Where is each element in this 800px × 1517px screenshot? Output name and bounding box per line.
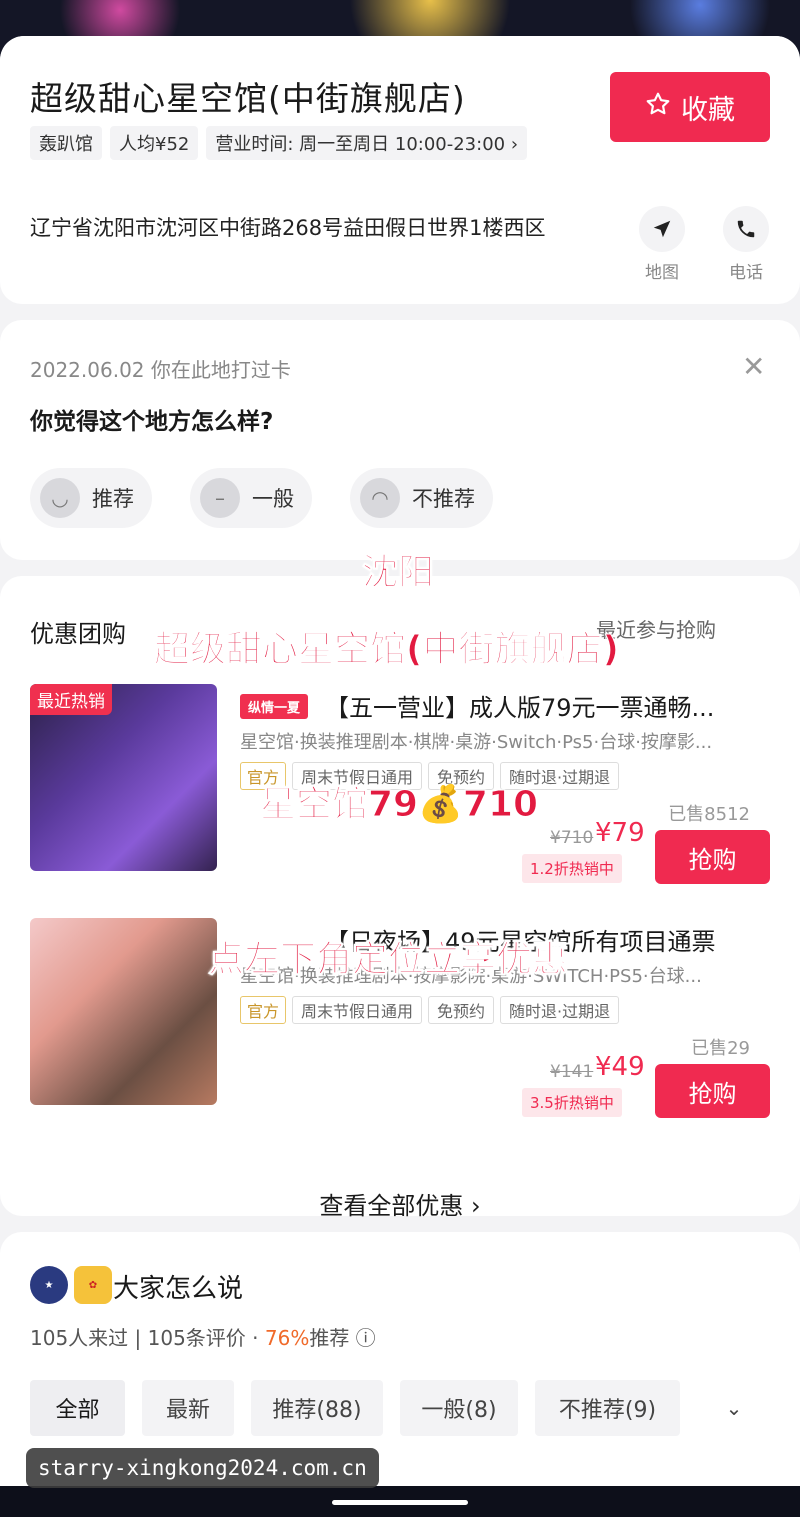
favorite-label: 收藏 [681,94,735,126]
buy-button[interactable]: 抢购 [655,830,770,884]
watermark-url: starry-xingkong2024.com.cn [26,1448,379,1488]
deals-title: 优惠团购 [30,620,126,648]
deal-tag: 周末节假日通用 [292,996,423,1024]
sold-count: 已售8512 [668,804,750,825]
rate-not-recommend-label: 不推荐 [412,487,475,511]
checkin-card: 2022.06.02 你在此地打过卡 ✕ 你觉得这个地方怎么样? ◡ 推荐 – … [0,320,800,560]
store-page: 超级甜心星空馆(中街旗舰店) 轰趴馆 人均¥52 营业时间: 周一至周日 10:… [0,36,800,1486]
discount-badge: 3.5折热销中 [522,1088,622,1117]
hours-tag[interactable]: 营业时间: 周一至周日 10:00-23:00 › [206,126,528,160]
avg-price-tag: 人均¥52 [110,126,199,160]
deal-subtitle: 星空馆·换装推理剧本·棋牌·桌游·Switch·Ps5·台球·按摩影... [240,732,713,753]
brand-logo: ★ [30,1266,68,1304]
phone-icon [723,206,769,252]
hot-badge: 最近热销 [30,684,112,715]
current-price: ¥79 [595,818,645,848]
star-icon [645,91,671,124]
rate-recommend-label: 推荐 [92,487,134,511]
checkin-date: 2022.06.02 你在此地打过卡 [30,358,291,382]
deal-tag: 免预约 [428,996,495,1024]
deal-tags: 官方 周末节假日通用 免预约 随时退·过期退 [240,996,620,1024]
sold-count: 已售29 [691,1038,750,1059]
recommend-percent: 76% [264,1326,310,1350]
deals-card: 优惠团购 最近参与抢购 最近热销 纵情一夏 【五一营业】成人版79元一票通畅..… [0,576,800,1220]
view-all-deals-link[interactable]: 查看全部优惠 › [0,1186,800,1221]
home-indicator[interactable] [332,1500,468,1505]
checkin-question: 你觉得这个地方怎么样? [30,409,274,435]
review-stats-suffix: 推荐 ⓘ [309,1326,376,1350]
deal-image [30,918,217,1105]
review-stats-prefix: 105人来过 | 105条评价 · [30,1326,265,1350]
original-price: ¥141 [550,1062,594,1082]
neutral-face-icon: – [200,478,240,518]
phone-label: 电话 [729,263,763,283]
sad-face-icon: ◠ [360,478,400,518]
store-tags: 轰趴馆 人均¥52 营业时间: 周一至周日 10:00-23:00 › [30,126,528,160]
store-name: 超级甜心星空馆(中街旗舰店) [30,79,466,118]
filter-all[interactable]: 全部 [30,1380,125,1436]
map-label: 地图 [645,263,679,283]
sticker-logo: ✿ [74,1266,112,1304]
review-stats: 105人来过 | 105条评价 · 76%推荐 ⓘ [30,1322,376,1351]
deal-name: 【五一营业】成人版79元一票通畅... [325,694,715,722]
close-icon[interactable]: ✕ [742,350,765,383]
overlay-tip: 点左下角定位立享优惠 [207,939,569,981]
filter-not-recommend[interactable]: 不推荐(9) [535,1380,680,1436]
filter-recommend[interactable]: 推荐(88) [251,1380,383,1436]
store-header-card: 超级甜心星空馆(中街旗舰店) 轰趴馆 人均¥52 营业时间: 周一至周日 10:… [0,36,800,304]
navigate-icon [639,206,685,252]
overlay-store-name: 超级甜心星空馆(中街旗舰店) [154,629,620,671]
phone-button[interactable]: 电话 [714,206,778,283]
overlay-city: 沈阳 [361,552,435,594]
deal-image: 最近热销 [30,684,217,871]
rate-neutral-label: 一般 [252,487,294,511]
rate-recommend-button[interactable]: ◡ 推荐 [30,468,152,528]
map-button[interactable]: 地图 [630,206,694,283]
favorite-button[interactable]: 收藏 [610,72,770,142]
rate-not-recommend-button[interactable]: ◠ 不推荐 [350,468,493,528]
store-address: 辽宁省沈阳市沈河区中街路268号益田假日世界1楼西区 [30,216,546,240]
official-tag: 官方 [240,996,287,1024]
review-logos: ★ ✿ [30,1266,112,1304]
filter-neutral[interactable]: 一般(8) [400,1380,518,1436]
smile-face-icon: ◡ [40,478,80,518]
filter-latest[interactable]: 最新 [142,1380,234,1436]
category-tag: 轰趴馆 [30,126,102,160]
buy-button[interactable]: 抢购 [655,1064,770,1118]
deal-tag: 随时退·过期退 [500,996,620,1024]
original-price: ¥710 [550,828,594,848]
chevron-down-icon[interactable]: ⌄ [698,1380,770,1436]
rate-neutral-button[interactable]: – 一般 [190,468,312,528]
reviews-title: 大家怎么说 [113,1274,244,1304]
overlay-price: 星空馆79💰710 [259,784,539,826]
discount-badge: 1.2折热销中 [522,854,622,883]
current-price: ¥49 [595,1052,645,1082]
promo-badge: 纵情一夏 [240,694,309,719]
